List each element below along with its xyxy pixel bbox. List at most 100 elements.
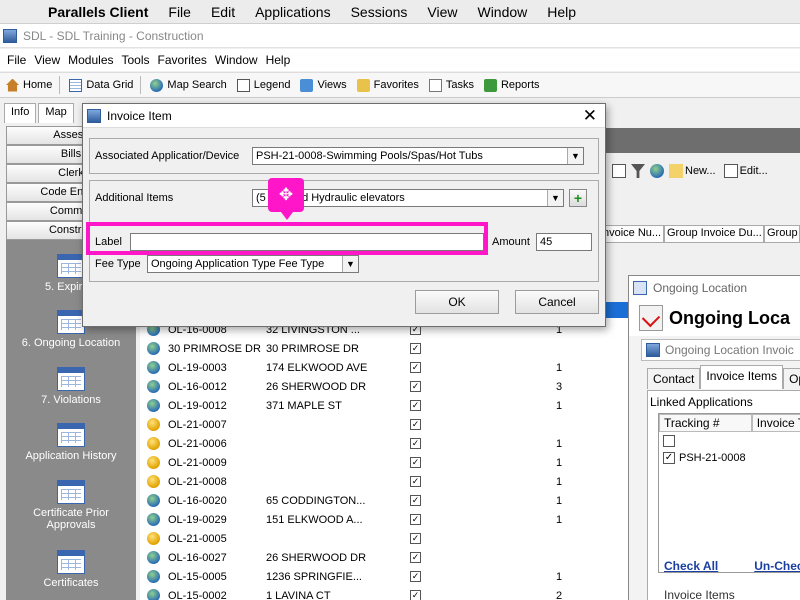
- mac-menu-view[interactable]: View: [427, 4, 457, 20]
- mac-menu-sessions[interactable]: Sessions: [351, 4, 408, 20]
- toolbar-home-label: Home: [23, 79, 53, 91]
- left-item-certificates[interactable]: Certificates: [6, 550, 136, 589]
- menu-favorites[interactable]: Favorites: [158, 53, 207, 67]
- fee-type-label: Fee Type: [95, 258, 141, 270]
- table-row[interactable]: OL-16-0027 26 SHERWOOD DR ✓: [140, 548, 630, 567]
- row-checkbox[interactable]: ✓: [663, 451, 675, 464]
- row-address: 1 LAVINA CT: [266, 589, 331, 600]
- globe-icon: [147, 361, 160, 374]
- row-checkbox[interactable]: ✓: [410, 438, 421, 449]
- row-checkbox[interactable]: ✓: [410, 457, 421, 468]
- table-row[interactable]: OL-15-0002 1 LAVINA CT ✓ 2: [140, 586, 630, 600]
- mac-app-name[interactable]: Parallels Client: [48, 4, 148, 20]
- mac-menu-edit[interactable]: Edit: [211, 4, 235, 20]
- left-item-label: 6. Ongoing Location: [21, 337, 121, 349]
- toolbar-favorites-button[interactable]: Favorites: [356, 78, 419, 92]
- mac-menu-file[interactable]: File: [168, 4, 191, 20]
- left-item-label: Certificate Prior Approvals: [33, 507, 109, 531]
- left-item-certificate-prior-approvals[interactable]: Certificate Prior Approvals: [6, 480, 136, 531]
- close-icon[interactable]: ✕: [583, 106, 597, 126]
- row-checkbox[interactable]: ✓: [410, 571, 421, 582]
- menu-view[interactable]: View: [34, 53, 60, 67]
- tab-options[interactable]: Optio: [783, 368, 800, 389]
- left-item-violations[interactable]: 7. Violations: [6, 367, 136, 406]
- row-checkbox[interactable]: ✓: [410, 343, 421, 354]
- check-all-link[interactable]: Check All: [664, 559, 718, 573]
- toolbar-datagrid-button[interactable]: Data Grid: [69, 78, 133, 92]
- row-checkbox[interactable]: ✓: [410, 419, 421, 430]
- table-row[interactable]: OL-21-0005 ✓: [140, 529, 630, 548]
- tab-contact[interactable]: Contact: [647, 368, 701, 389]
- row-checkbox[interactable]: ✓: [410, 476, 421, 487]
- new-button[interactable]: New...: [685, 165, 716, 177]
- table-row[interactable]: 30 PRIMROSE DR 30 PRIMROSE DR ✓: [140, 339, 630, 358]
- menu-tools[interactable]: Tools: [122, 53, 150, 67]
- search-globe-icon[interactable]: [650, 164, 664, 178]
- col-invoice-type[interactable]: Invoice T: [751, 414, 800, 432]
- table-row[interactable]: OL-21-0008 ✓ 1: [140, 472, 630, 491]
- toolbar-divider: [140, 76, 142, 94]
- row-checkbox[interactable]: ✓: [410, 590, 421, 600]
- chevron-down-icon[interactable]: ▼: [342, 256, 358, 272]
- filter-grid-icon[interactable]: [612, 164, 626, 178]
- globe-icon: [147, 589, 160, 600]
- menu-help[interactable]: Help: [266, 53, 291, 67]
- col-tracking-number[interactable]: Tracking #: [659, 414, 752, 432]
- table-row[interactable]: OL-21-0007 ✓: [140, 415, 630, 434]
- cancel-button[interactable]: Cancel: [515, 290, 599, 314]
- row-address: 151 ELKWOOD A...: [266, 513, 363, 526]
- toolbar-tasks-button[interactable]: Tasks: [428, 78, 474, 92]
- table-row[interactable]: OL-19-0003 174 ELKWOOD AVE ✓ 1: [140, 358, 630, 377]
- row-address: 174 ELKWOOD AVE: [266, 361, 368, 374]
- col-group-invoice-due[interactable]: Group Invoice Du...: [664, 225, 764, 243]
- toolbar-views-button[interactable]: Views: [300, 78, 347, 92]
- filter-icon[interactable]: [631, 164, 645, 178]
- table-row[interactable]: OL-19-0029 151 ELKWOOD A... ✓ 1: [140, 510, 630, 529]
- table-row[interactable]: OL-15-0005 1236 SPRINGFIE... ✓ 1: [140, 567, 630, 586]
- add-item-button[interactable]: +: [569, 189, 587, 207]
- toolbar-legend-button[interactable]: Legend: [236, 78, 290, 92]
- row-checkbox[interactable]: ✓: [410, 362, 421, 373]
- menu-file[interactable]: File: [7, 53, 26, 67]
- row-checkbox[interactable]: ✓: [410, 400, 421, 411]
- toolbar-reports-button[interactable]: Reports: [483, 78, 540, 92]
- globe-icon: [147, 551, 160, 564]
- tab-info[interactable]: Info: [4, 103, 37, 123]
- fee-type-value: Ongoing Application Type Fee Type: [151, 258, 325, 270]
- tab-map[interactable]: Map: [38, 103, 74, 123]
- app-icon: [87, 108, 101, 123]
- uncheck-link[interactable]: Un-Check: [754, 559, 800, 573]
- row-checkbox[interactable]: ✓: [410, 552, 421, 563]
- col-group-invoice[interactable]: Group I: [764, 225, 800, 243]
- linked-applications-grid: Tracking # Invoice T ✓ PSH-21-0008: [658, 413, 800, 573]
- table-row[interactable]: OL-21-0006 ✓ 1: [140, 434, 630, 453]
- linked-grid-row[interactable]: ✓ PSH-21-0008: [659, 449, 800, 466]
- chevron-down-icon[interactable]: ▼: [567, 148, 583, 164]
- tab-invoice-items[interactable]: Invoice Items: [700, 365, 784, 389]
- toolbar-mapsearch-button[interactable]: Map Search: [150, 78, 227, 92]
- table-row[interactable]: OL-21-0009 ✓ 1: [140, 453, 630, 472]
- menu-modules[interactable]: Modules: [68, 53, 113, 67]
- mac-menu-help[interactable]: Help: [547, 4, 576, 20]
- linked-grid-row[interactable]: [659, 432, 800, 449]
- col-invoice-number[interactable]: nvoice Nu...: [600, 225, 664, 243]
- row-checkbox[interactable]: ✓: [410, 495, 421, 506]
- table-row[interactable]: OL-16-0012 26 SHERWOOD DR ✓ 3: [140, 377, 630, 396]
- table-row[interactable]: OL-16-0020 65 CODDINGTON... ✓ 1: [140, 491, 630, 510]
- row-checkbox[interactable]: ✓: [410, 533, 421, 544]
- toolbar-home-button[interactable]: Home: [6, 78, 53, 92]
- fee-type-combo[interactable]: Ongoing Application Type Fee Type ▼: [147, 255, 359, 273]
- associated-combo[interactable]: PSH-21-0008-Swimming Pools/Spas/Hot Tubs…: [252, 147, 584, 165]
- mac-menu-applications[interactable]: Applications: [255, 4, 331, 20]
- row-checkbox[interactable]: ✓: [410, 514, 421, 525]
- row-checkbox[interactable]: [663, 434, 675, 447]
- amount-input[interactable]: 45: [536, 233, 592, 251]
- chevron-down-icon[interactable]: ▼: [547, 190, 563, 206]
- ok-button[interactable]: OK: [415, 290, 499, 314]
- row-checkbox[interactable]: ✓: [410, 381, 421, 392]
- left-item-application-history[interactable]: Application History: [6, 423, 136, 462]
- menu-window[interactable]: Window: [215, 53, 258, 67]
- mac-menu-window[interactable]: Window: [477, 4, 527, 20]
- edit-button[interactable]: Edit...: [740, 165, 768, 177]
- table-row[interactable]: OL-19-0012 371 MAPLE ST ✓ 1: [140, 396, 630, 415]
